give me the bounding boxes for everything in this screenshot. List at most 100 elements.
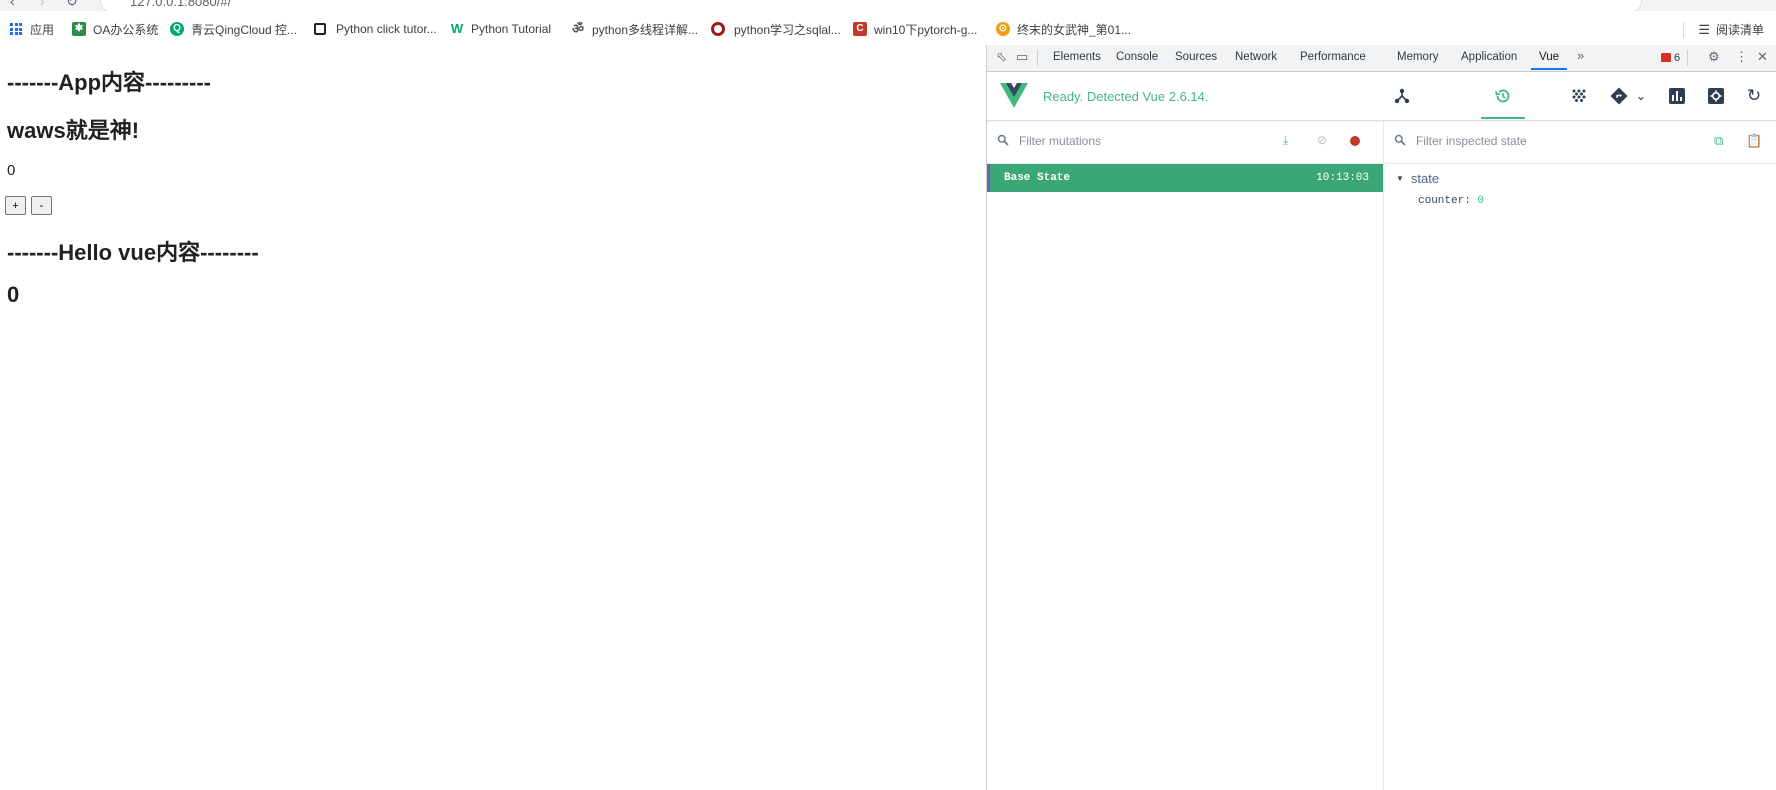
tab-network[interactable]: Network [1235,51,1277,63]
qingcloud-icon: Q [170,22,184,36]
address-text: 127.0.0.1:8080/#/ [130,0,232,9]
revert-all-icon[interactable]: ⊘ [1317,133,1327,147]
refresh-icon[interactable]: ↻ [1742,84,1766,108]
mutations-filter-bar: ⤓ ⊘ [987,121,1383,164]
page-icon [314,23,326,35]
error-count: 6 [1674,51,1681,64]
components-tab-icon[interactable] [1390,84,1414,108]
bookmark-python-thread[interactable]: ॐ python多线程详解... [571,21,698,37]
bookmark-valkyrie[interactable]: ⊙ 终末的女武神_第01... [996,21,1131,37]
bookmark-pytorch[interactable]: C win10下pytorch-g... [853,21,977,37]
vue-logo-icon [1000,83,1028,108]
forward-icon[interactable]: › [40,0,45,9]
divider [1037,50,1038,66]
more-options-icon[interactable]: ⋮ [1735,49,1748,65]
settings-tab-icon[interactable] [1704,84,1728,108]
bookmark-python-tutorial[interactable]: W Python Tutorial [450,21,551,37]
bookmark-label: Python click tutor... [336,22,437,36]
hello-counter: 0 [7,282,20,307]
tab-console[interactable]: Console [1116,51,1158,63]
tab-performance[interactable]: Performance [1300,51,1366,63]
address-bar[interactable] [100,0,1642,11]
reading-list-icon: ☰ [1698,21,1710,37]
orange-circle-icon: ⊙ [996,22,1010,36]
devtools-panel: ⬁ ▭ Elements Console Sources Network Per… [986,45,1776,790]
state-prop-value: 0 [1477,195,1485,207]
mutation-name: Base State [1004,172,1071,184]
settings-gear-icon[interactable]: ⚙ [1708,49,1720,65]
vue-status-text: Ready. Detected Vue 2.6.14. [1043,89,1209,104]
hello-heading: -------Hello vue内容-------- [7,240,259,265]
omega-icon: ॐ [572,21,584,36]
decrement-button[interactable]: - [31,196,52,215]
counter-buttons: + - [5,196,52,215]
tab-elements[interactable]: Elements [1053,51,1101,63]
more-tabs-icon[interactable]: » [1577,48,1584,63]
bookmark-qingcloud[interactable]: Q 青云QingCloud 控... [170,21,297,37]
bookmark-label: win10下pytorch-g... [874,22,978,37]
bookmark-oa[interactable]: ✱ OA办公系统 [72,21,158,37]
bookmark-label: 青云QingCloud 控... [191,22,298,37]
copy-icon[interactable]: ⧉ [1714,133,1723,149]
tab-sources[interactable]: Sources [1175,51,1217,63]
waws-heading: waws就是神! [7,118,140,143]
increment-button[interactable]: + [5,196,26,215]
state-inspector-pane: ⧉ 📋 ▼ state counter: 0 [1384,121,1776,790]
commit-all-icon[interactable]: ⤓ [1283,133,1288,148]
bookmark-label: python学习之sqlal... [734,22,841,37]
state-prop-key: counter [1418,195,1465,207]
back-icon[interactable]: ‹ [10,0,15,9]
inspect-element-icon[interactable]: ⬁ [996,49,1007,65]
bookmark-python-click[interactable]: Python click tutor... [314,21,437,37]
error-badge[interactable]: 6 [1661,50,1680,65]
bookmark-apps[interactable]: 应用 [10,21,54,37]
events-tab-icon[interactable] [1567,84,1591,108]
browser-toolbar: ‹ › ↻ 127.0.0.1:8080/#/ [0,0,1776,11]
paste-icon[interactable]: 📋 [1746,133,1762,149]
performance-tab-icon[interactable] [1665,84,1689,108]
oa-icon: ✱ [72,22,86,36]
divider [1687,50,1688,66]
reading-list[interactable]: ☰ 阅读清单 [1683,21,1764,38]
search-icon [997,134,1009,146]
routing-tab-icon[interactable] [1607,84,1631,108]
state-filter-bar: ⧉ 📋 [1384,121,1776,164]
state-property[interactable]: counter: 0 [1418,195,1484,207]
tab-vue[interactable]: Vue [1539,51,1559,63]
tab-memory[interactable]: Memory [1397,51,1439,63]
close-devtools-icon[interactable]: ✕ [1757,49,1768,65]
filter-state-input[interactable] [1414,133,1638,149]
reading-list-label: 阅读清单 [1715,23,1764,37]
reload-icon[interactable]: ↻ [66,0,78,10]
bookmark-label: python多线程详解... [592,22,699,37]
bookmark-label: 终末的女武神_第01... [1017,22,1132,37]
apps-grid-icon [10,23,22,35]
bookmark-label: Python Tutorial [471,22,552,36]
app-heading: -------App内容--------- [7,70,211,95]
w3-icon: W [450,21,464,36]
state-tree-node[interactable]: ▼ state [1396,171,1439,186]
bookmarks-bar: 应用 ✱ OA办公系统 Q 青云QingCloud 控... Python cl… [0,11,1776,46]
mutations-pane: ⤓ ⊘ Base State 10:13:03 [987,121,1384,790]
error-icon [1661,53,1671,62]
devtools-tabbar: ⬁ ▭ Elements Console Sources Network Per… [987,45,1776,72]
search-icon [1394,134,1406,146]
state-title: state [1410,171,1440,186]
active-vue-tab-indicator [1481,117,1525,119]
mutation-list-item[interactable]: Base State 10:13:03 [987,164,1383,192]
active-tab-indicator [1531,68,1567,70]
device-toolbar-icon[interactable]: ▭ [1016,49,1028,65]
chevron-down-icon[interactable]: ⌄ [1629,84,1653,108]
page-viewport: -------App内容--------- waws就是神! 0 + - ---… [0,45,986,790]
record-icon[interactable] [1350,136,1360,146]
bookmark-label: 应用 [30,22,55,37]
tab-application[interactable]: Application [1461,51,1517,63]
vuex-history-tab-icon[interactable] [1491,84,1515,108]
bookmark-sqlalchemy[interactable]: python学习之sqlal... [711,21,841,37]
vue-devtools-header: Ready. Detected Vue 2.6.14. ⌄ ↻ [987,72,1776,121]
counter-value: 0 [7,162,16,179]
target-icon [711,22,725,36]
bookmark-label: OA办公系统 [93,22,159,37]
expand-arrow-icon[interactable]: ▼ [1396,174,1404,183]
filter-mutations-input[interactable] [1017,133,1241,149]
